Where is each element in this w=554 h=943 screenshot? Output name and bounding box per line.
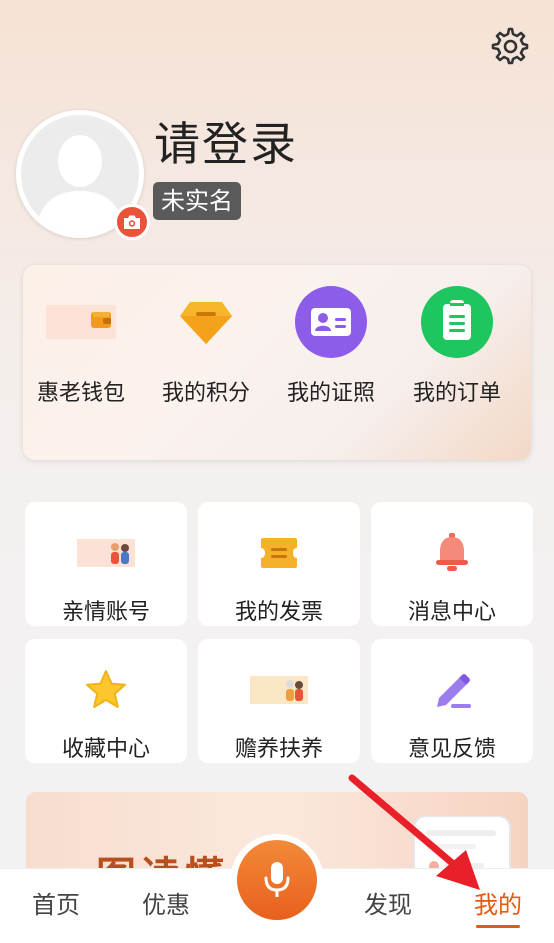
id-card-icon [294, 285, 368, 359]
camera-icon[interactable] [114, 204, 150, 240]
tile-label: 赡养扶养 [234, 737, 323, 762]
quick-item-label: 我的证照 [286, 381, 375, 406]
tile-label: 意见反馈 [407, 737, 496, 762]
tile-label: 收藏中心 [61, 737, 150, 762]
tile-family-account[interactable]: 亲情账号 [25, 502, 187, 626]
clipboard-icon [420, 285, 494, 359]
voice-button[interactable] [237, 840, 317, 920]
tab-home[interactable]: 首页 [32, 885, 80, 920]
microphone-icon [264, 862, 290, 897]
diamond-icon [169, 285, 243, 359]
star-icon [25, 665, 187, 715]
wallet-icon [44, 285, 118, 359]
tile-elderly-support[interactable]: 赡养扶养 [198, 639, 360, 763]
tab-discounts[interactable]: 优惠 [142, 885, 190, 920]
quick-item-points[interactable]: 我的积分 [146, 285, 266, 407]
tab-discover[interactable]: 发现 [364, 885, 412, 920]
quick-menu-card: 惠老钱包 我的积分 我的证照 我的订单 [23, 265, 531, 460]
tile-label: 亲情账号 [61, 600, 150, 625]
quick-item-license[interactable]: 我的证照 [271, 285, 391, 407]
quick-item-orders[interactable]: 我的订单 [397, 285, 517, 407]
family-icon [25, 528, 187, 578]
elderly-care-icon [198, 665, 360, 715]
login-title[interactable]: 请登录 [154, 108, 298, 174]
quick-item-label: 我的积分 [161, 381, 250, 406]
tile-label: 我的发票 [234, 600, 323, 625]
bell-icon [371, 528, 533, 578]
tile-invoice[interactable]: 我的发票 [198, 502, 360, 626]
tile-label: 消息中心 [407, 600, 496, 625]
quick-item-wallet[interactable]: 惠老钱包 [21, 285, 141, 407]
avatar[interactable] [16, 110, 150, 240]
tab-mine[interactable]: 我的 [474, 885, 522, 928]
ticket-icon [198, 528, 360, 578]
settings-gear-icon[interactable] [490, 26, 530, 66]
tile-feedback[interactable]: 意见反馈 [371, 639, 533, 763]
quick-item-label: 我的订单 [412, 381, 501, 406]
tile-message-center[interactable]: 消息中心 [371, 502, 533, 626]
realname-status-badge[interactable]: 未实名 [153, 182, 241, 220]
tile-favorites[interactable]: 收藏中心 [25, 639, 187, 763]
edit-icon [371, 665, 533, 715]
quick-item-label: 惠老钱包 [36, 381, 125, 406]
